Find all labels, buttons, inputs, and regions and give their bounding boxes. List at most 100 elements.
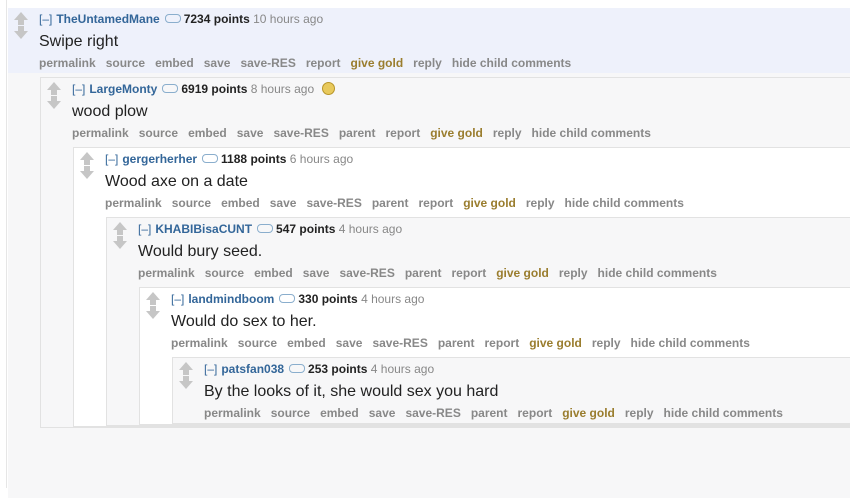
save-res-button[interactable]: save-RES (240, 56, 295, 70)
source-button[interactable]: source (106, 56, 145, 70)
vote-arrows (47, 82, 62, 109)
report-button[interactable]: report (306, 56, 341, 70)
embed-button[interactable]: embed (254, 266, 293, 280)
comment: [–] patsfan038 253 points 4 hours ago By t… (172, 357, 850, 424)
report-button[interactable]: report (518, 406, 553, 420)
hide-child-comments-button[interactable]: hide child comments (664, 406, 783, 420)
report-button[interactable]: report (485, 336, 520, 350)
author-link[interactable]: patsfan038 (221, 362, 284, 376)
save-res-button[interactable]: save-RES (405, 406, 460, 420)
collapse-toggle[interactable]: [–] (138, 222, 151, 236)
collapse-toggle[interactable]: [–] (171, 292, 184, 306)
permalink-button[interactable]: permalink (39, 56, 96, 70)
tagline: [–] TheUntamedMane 7234 points 10 hours ag… (39, 11, 850, 27)
upvote-arrow-icon[interactable] (179, 362, 193, 375)
collapse-toggle[interactable]: [–] (204, 362, 217, 376)
author-link[interactable]: gergerherher (122, 152, 197, 166)
author-link[interactable]: TheUntamedMane (56, 12, 159, 26)
source-button[interactable]: source (205, 266, 244, 280)
give-gold-button[interactable]: give gold (496, 266, 549, 280)
save-button[interactable]: save (270, 196, 297, 210)
parent-button[interactable]: parent (339, 126, 376, 140)
save-res-button[interactable]: save-RES (273, 126, 328, 140)
hide-child-comments-button[interactable]: hide child comments (565, 196, 684, 210)
upvote-arrow-icon[interactable] (146, 292, 160, 305)
reply-button[interactable]: reply (559, 266, 588, 280)
author-link[interactable]: LargeMonty (89, 82, 157, 96)
report-button[interactable]: report (419, 196, 454, 210)
collapse-toggle[interactable]: [–] (72, 82, 85, 96)
embed-button[interactable]: embed (155, 56, 194, 70)
score: 1188 (221, 152, 248, 166)
permalink-button[interactable]: permalink (138, 266, 195, 280)
permalink-button[interactable]: permalink (204, 406, 261, 420)
upvote-arrow-icon[interactable] (14, 12, 28, 25)
downvote-arrow-icon[interactable] (146, 306, 160, 319)
score: 547 (276, 222, 297, 236)
save-res-button[interactable]: save-RES (306, 196, 361, 210)
embed-button[interactable]: embed (188, 126, 227, 140)
collapse-toggle[interactable]: [–] (105, 152, 118, 166)
hide-child-comments-button[interactable]: hide child comments (532, 126, 651, 140)
comment-entry: [–] LargeMonty 6919 points 8 hours ago woo… (41, 78, 850, 143)
save-button[interactable]: save (303, 266, 330, 280)
comment-entry: [–] TheUntamedMane 7234 points 10 hours ag… (8, 8, 850, 73)
report-button[interactable]: report (452, 266, 487, 280)
save-button[interactable]: save (204, 56, 231, 70)
tag-icon (279, 294, 296, 304)
thread-line (6, 0, 7, 488)
comment-buttons: permalink source embed save save-RES parent re… (105, 193, 850, 213)
author-link[interactable]: KHABIBisaCUNT (155, 222, 252, 236)
comment-body: By the looks of it, she would sex you ha… (204, 383, 499, 400)
give-gold-button[interactable]: give gold (529, 336, 582, 350)
upvote-arrow-icon[interactable] (113, 222, 127, 235)
upvote-arrow-icon[interactable] (47, 82, 61, 95)
comment-entry: [–] KHABIBisaCUNT 547 points 4 hours ago W… (107, 218, 850, 283)
save-button[interactable]: save (237, 126, 264, 140)
points-label: points (321, 292, 358, 306)
downvote-arrow-icon[interactable] (14, 26, 28, 39)
give-gold-button[interactable]: give gold (463, 196, 516, 210)
give-gold-button[interactable]: give gold (430, 126, 483, 140)
collapse-toggle[interactable]: [–] (39, 12, 52, 26)
parent-button[interactable]: parent (471, 406, 508, 420)
embed-button[interactable]: embed (287, 336, 326, 350)
permalink-button[interactable]: permalink (171, 336, 228, 350)
save-button[interactable]: save (336, 336, 363, 350)
reply-button[interactable]: reply (592, 336, 621, 350)
permalink-button[interactable]: permalink (105, 196, 162, 210)
embed-button[interactable]: embed (221, 196, 260, 210)
give-gold-button[interactable]: give gold (351, 56, 404, 70)
reply-button[interactable]: reply (526, 196, 555, 210)
save-button[interactable]: save (369, 406, 396, 420)
reply-button[interactable]: reply (625, 406, 654, 420)
hide-child-comments-button[interactable]: hide child comments (631, 336, 750, 350)
timestamp: 6 hours ago (289, 152, 354, 166)
parent-button[interactable]: parent (405, 266, 442, 280)
comment-body: Would do sex to her. (171, 313, 317, 330)
downvote-arrow-icon[interactable] (80, 166, 94, 179)
author-link[interactable]: landmindboom (188, 292, 274, 306)
reply-button[interactable]: reply (493, 126, 522, 140)
report-button[interactable]: report (386, 126, 421, 140)
upvote-arrow-icon[interactable] (80, 152, 94, 165)
embed-button[interactable]: embed (320, 406, 359, 420)
save-res-button[interactable]: save-RES (339, 266, 394, 280)
comment-buttons: permalink source embed save save-RES report gi… (39, 53, 850, 73)
parent-button[interactable]: parent (438, 336, 475, 350)
hide-child-comments-button[interactable]: hide child comments (452, 56, 571, 70)
source-button[interactable]: source (271, 406, 310, 420)
hide-child-comments-button[interactable]: hide child comments (598, 266, 717, 280)
save-res-button[interactable]: save-RES (372, 336, 427, 350)
permalink-button[interactable]: permalink (72, 126, 129, 140)
comment: [–] landmindboom 330 points 4 hours ago Wo… (139, 287, 850, 425)
source-button[interactable]: source (172, 196, 211, 210)
reply-button[interactable]: reply (413, 56, 442, 70)
downvote-arrow-icon[interactable] (179, 376, 193, 389)
downvote-arrow-icon[interactable] (113, 236, 127, 249)
source-button[interactable]: source (238, 336, 277, 350)
downvote-arrow-icon[interactable] (47, 96, 61, 109)
source-button[interactable]: source (139, 126, 178, 140)
parent-button[interactable]: parent (372, 196, 409, 210)
give-gold-button[interactable]: give gold (562, 406, 615, 420)
